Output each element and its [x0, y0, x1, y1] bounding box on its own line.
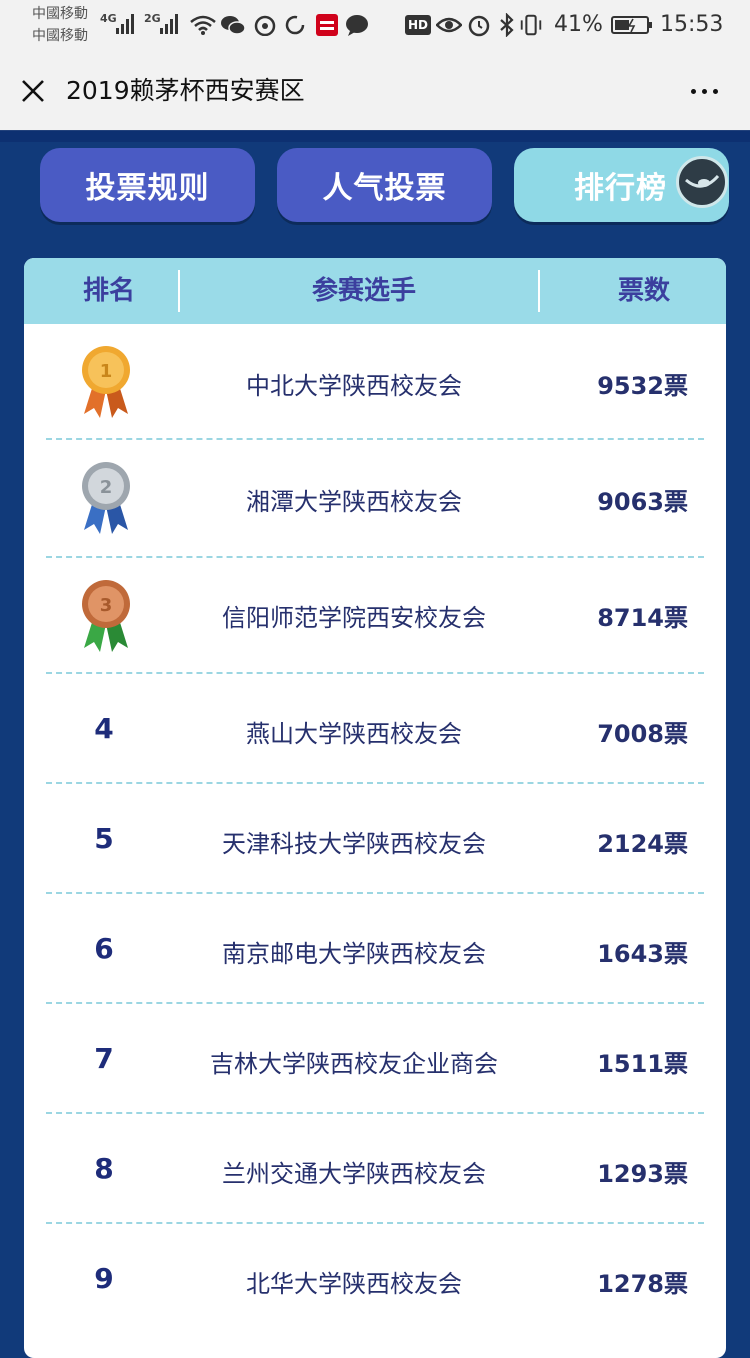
medal-rank-number: 1 — [100, 361, 113, 382]
signal-icon — [160, 12, 178, 34]
rank-number: 5 — [94, 822, 114, 855]
medal-rank-number: 3 — [100, 595, 113, 616]
battery-percent: 41% — [554, 12, 603, 37]
player-name: 吉林大学陕西校友企业商会 — [210, 1050, 498, 1078]
status-bar: 中國移動 中國移動 4G 2G HD 41% 15:53 — [0, 0, 750, 52]
tab-voting-rules[interactable]: 投票规则 — [40, 148, 255, 222]
vibrate-icon — [518, 12, 544, 38]
vote-count: 1278票 — [597, 1270, 688, 1298]
table-row[interactable]: 2 湘潭大学陕西校友会 9063票 — [24, 440, 726, 558]
decorative-banner — [0, 130, 750, 142]
bronze-medal-icon: 3 — [82, 580, 130, 652]
table-row[interactable]: 6 南京邮电大学陕西校友会 1643票 — [24, 894, 726, 1004]
rank-number: 7 — [94, 1042, 114, 1075]
alarm-icon — [466, 12, 492, 38]
wifi-icon — [190, 12, 216, 38]
gold-medal-icon: 1 — [82, 346, 130, 418]
netease-icon — [314, 12, 340, 38]
table-row[interactable]: 5 天津科技大学陕西校友会 2124票 — [24, 784, 726, 894]
table-row[interactable]: 3 信阳师范学院西安校友会 8714票 — [24, 558, 726, 674]
silver-medal-icon: 2 — [82, 462, 130, 534]
vote-count: 1293票 — [597, 1160, 688, 1188]
clock: 15:53 — [660, 12, 724, 37]
tab-popular-vote[interactable]: 人气投票 — [277, 148, 492, 222]
player-name: 南京邮电大学陕西校友会 — [222, 940, 486, 968]
vote-count: 9532票 — [597, 372, 688, 400]
player-name: 天津科技大学陕西校友会 — [222, 830, 486, 858]
vote-count: 2124票 — [597, 830, 688, 858]
page-title: 2019赖茅杯西安赛区 — [66, 76, 305, 105]
network-type: 4G — [100, 12, 117, 25]
music-toggle-icon[interactable] — [676, 156, 728, 208]
table-row[interactable]: 7 吉林大学陕西校友企业商会 1511票 — [24, 1004, 726, 1114]
vote-count: 9063票 — [597, 488, 688, 516]
wechat-icon — [220, 12, 246, 38]
player-name: 北华大学陕西校友会 — [246, 1270, 462, 1298]
header-divider — [538, 270, 540, 312]
rank-number: 4 — [94, 712, 114, 745]
rank-number: 6 — [94, 932, 114, 965]
signal-icon — [116, 12, 134, 34]
vote-count: 1511票 — [597, 1050, 688, 1078]
table-row[interactable]: 4 燕山大学陕西校友会 7008票 — [24, 674, 726, 784]
network-type: 2G — [144, 12, 161, 25]
vote-count: 8714票 — [597, 604, 688, 632]
player-column-header: 参赛选手 — [311, 276, 416, 306]
table-row[interactable]: 1 中北大学陕西校友会 9532票 — [24, 324, 726, 440]
message-icon — [344, 12, 370, 38]
table-header: 排名 参赛选手 票数 — [24, 258, 726, 324]
votes-column-header: 票数 — [617, 276, 670, 306]
header-divider — [178, 270, 180, 312]
table-row[interactable]: 8 兰州交通大学陕西校友会 1293票 — [24, 1114, 726, 1224]
player-name: 兰州交通大学陕西校友会 — [222, 1160, 486, 1188]
leaderboard-table: 排名 参赛选手 票数 1 中北大学陕西校友会 9532票 2 湘潭大学陕西校友会… — [24, 258, 726, 1358]
player-name: 湘潭大学陕西校友会 — [246, 488, 462, 516]
player-name: 燕山大学陕西校友会 — [246, 720, 462, 748]
player-name: 中北大学陕西校友会 — [246, 372, 462, 400]
rank-column-header: 排名 — [82, 276, 135, 306]
carrier-label: 中國移動 — [32, 28, 88, 44]
tab-leaderboard-label: 排行榜 — [574, 171, 667, 206]
vote-count: 7008票 — [597, 720, 688, 748]
table-row[interactable]: 9 北华大学陕西校友会 1278票 — [24, 1224, 726, 1334]
medal-rank-number: 2 — [100, 477, 113, 498]
bluetooth-icon — [494, 12, 520, 38]
vote-count: 1643票 — [597, 940, 688, 968]
player-name: 信阳师范学院西安校友会 — [222, 604, 486, 632]
battery-icon — [610, 12, 654, 38]
weibo-icon — [252, 12, 278, 38]
carrier-label: 中國移動 — [32, 6, 88, 22]
close-icon[interactable] — [16, 74, 50, 108]
refresh-icon — [282, 12, 308, 38]
rank-number: 9 — [94, 1262, 114, 1295]
more-options-icon[interactable] — [684, 76, 724, 106]
nav-bar: 2019赖茅杯西安赛区 — [0, 52, 750, 131]
eye-icon — [436, 12, 462, 38]
rank-number: 8 — [94, 1152, 114, 1185]
hd-icon: HD — [405, 15, 431, 35]
